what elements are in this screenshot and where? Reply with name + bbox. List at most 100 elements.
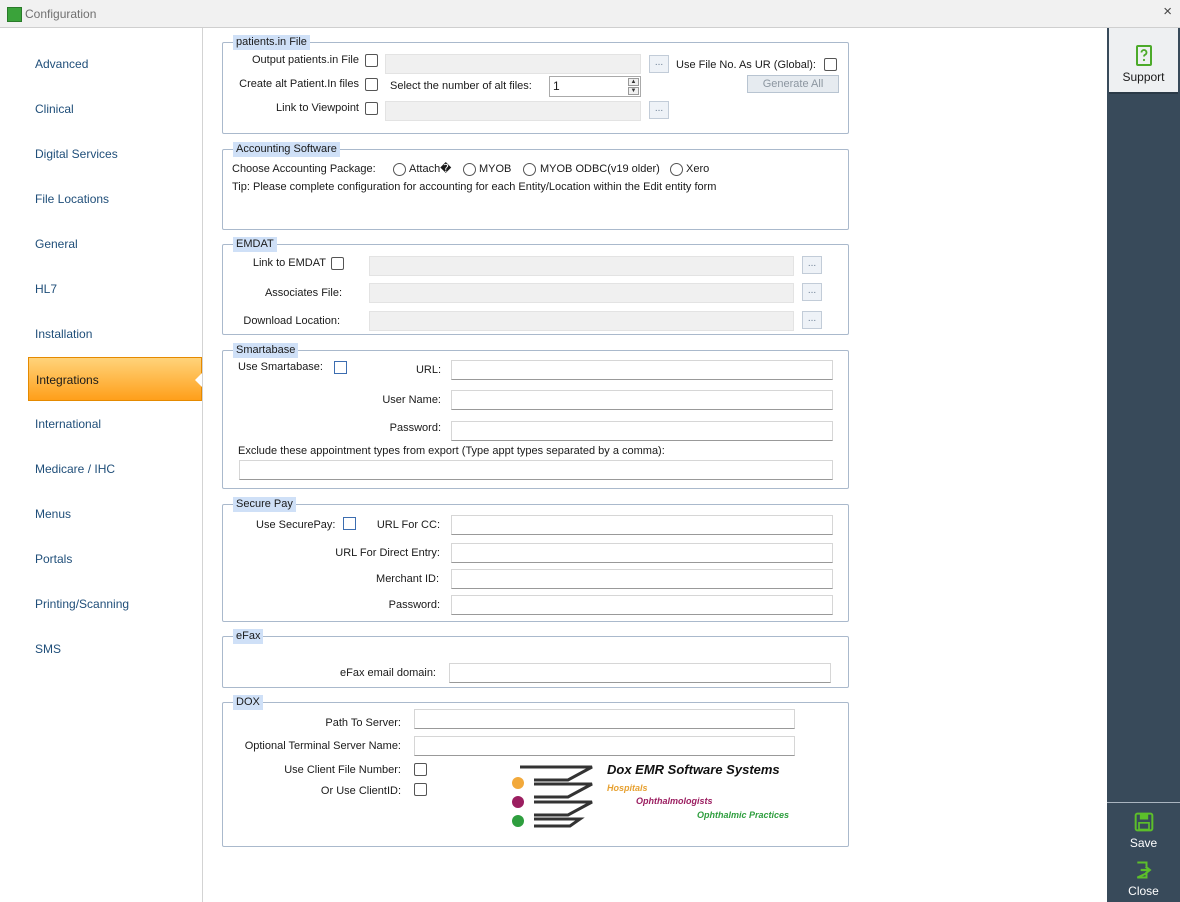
emdat-link-path[interactable] <box>369 256 794 276</box>
use-smartabase-checkbox[interactable] <box>334 361 347 374</box>
securepay-password-label: Password: <box>388 599 440 611</box>
sidebar-item-medicare-ihc[interactable]: Medicare / IHC <box>28 447 202 491</box>
xero-radio[interactable] <box>670 163 683 176</box>
associates-file-browse-button[interactable]: ... <box>802 283 822 301</box>
use-file-no-label: Use File No. As UR (Global): <box>676 59 816 71</box>
sidebar-item-international[interactable]: International <box>28 402 202 446</box>
smartabase-user-label: User Name: <box>382 394 441 406</box>
title-bar: Configuration × <box>0 0 1180 28</box>
patients-in-legend: patients.in File <box>233 35 310 50</box>
alt-files-down-icon[interactable]: ▼ <box>628 87 639 95</box>
close-button[interactable]: Close <box>1109 856 1178 902</box>
close-window-icon[interactable]: × <box>1163 4 1172 20</box>
sidebar-item-advanced[interactable]: Advanced <box>28 42 202 86</box>
sidebar-item-sms[interactable]: SMS <box>28 627 202 671</box>
dox-logo: Dox EMR Software Systems Hospitals Ophth… <box>510 762 796 830</box>
terminal-server-input[interactable] <box>414 736 795 756</box>
terminal-server-label: Optional Terminal Server Name: <box>244 740 401 752</box>
myob-odbc-label: MYOB ODBC(v19 older) <box>540 163 660 175</box>
emdat-link-browse-button[interactable]: ... <box>802 256 822 274</box>
logo-line-ophthalmologists: Ophthalmologists <box>636 796 713 806</box>
url-direct-label: URL For Direct Entry: <box>335 547 440 559</box>
generate-all-button[interactable]: Generate All <box>747 75 839 93</box>
securepay-legend: Secure Pay <box>233 497 296 512</box>
exit-door-icon <box>1136 861 1152 879</box>
sidebar-item-portals[interactable]: Portals <box>28 537 202 581</box>
help-book-icon <box>1135 45 1152 66</box>
smartabase-password-label: Password: <box>389 422 441 434</box>
support-button[interactable]: Support <box>1109 28 1178 94</box>
save-button[interactable]: Save <box>1109 808 1178 854</box>
app-icon <box>7 7 22 22</box>
url-direct-input[interactable] <box>451 543 833 563</box>
client-id-checkbox[interactable] <box>414 783 427 796</box>
output-patients-path[interactable] <box>385 54 641 74</box>
logo-company: Dox EMR Software Systems <box>607 762 780 777</box>
alt-files-stepper[interactable]: 1 ▲ ▼ <box>549 76 641 97</box>
output-patients-checkbox[interactable] <box>365 54 378 67</box>
link-emdat-label: Link to EMDAT <box>252 257 326 269</box>
sidebar-item-general[interactable]: General <box>28 222 202 266</box>
action-bar: Support Save Close <box>1107 28 1180 902</box>
client-id-label: Or Use ClientID: <box>320 785 401 797</box>
save-disk-icon <box>1134 812 1153 832</box>
path-to-server-label: Path To Server: <box>325 717 401 729</box>
logo-line-practices: Ophthalmic Practices <box>697 810 790 820</box>
sidebar-item-installation[interactable]: Installation <box>28 312 202 356</box>
securepay-password-input[interactable] <box>451 595 833 615</box>
sidebar-item-menus[interactable]: Menus <box>28 492 202 536</box>
efax-domain-input[interactable] <box>449 663 831 683</box>
choose-accounting-label: Choose Accounting Package: <box>232 163 376 175</box>
sidebar-item-clinical[interactable]: Clinical <box>28 87 202 131</box>
smartabase-url-input[interactable] <box>451 360 833 380</box>
close-label: Close <box>1128 884 1159 898</box>
sidebar-item-printing-scanning[interactable]: Printing/Scanning <box>28 582 202 626</box>
action-bar-divider <box>1107 802 1180 803</box>
associates-file-label: Associates File: <box>264 287 342 299</box>
alt-files-value: 1 <box>553 79 560 93</box>
sidebar-item-integrations[interactable]: Integrations <box>28 357 202 401</box>
download-location-path[interactable] <box>369 311 794 331</box>
myob-radio[interactable] <box>463 163 476 176</box>
support-label: Support <box>1122 70 1165 84</box>
use-smartabase-label: Use Smartabase: <box>238 361 323 373</box>
link-viewpoint-checkbox[interactable] <box>365 102 378 115</box>
download-location-label: Download Location: <box>243 315 340 327</box>
myob-label: MYOB <box>479 163 512 175</box>
sidebar-item-digital-services[interactable]: Digital Services <box>28 132 202 176</box>
viewpoint-path[interactable] <box>385 101 641 121</box>
path-to-server-input[interactable] <box>414 709 795 729</box>
myob-odbc-radio[interactable] <box>523 163 536 176</box>
create-alt-label: Create alt Patient.In files <box>239 78 359 90</box>
output-patients-browse-button[interactable]: ... <box>649 55 669 73</box>
smartabase-password-input[interactable] <box>451 421 833 441</box>
create-alt-checkbox[interactable] <box>365 78 378 91</box>
alt-files-up-icon[interactable]: ▲ <box>628 78 639 86</box>
accounting-tip: Tip: Please complete configuration for a… <box>232 181 717 193</box>
link-emdat-checkbox[interactable] <box>331 257 344 270</box>
efax-domain-label: eFax email domain: <box>340 667 436 679</box>
select-alt-label: Select the number of alt files: <box>390 80 532 92</box>
exclude-appt-label: Exclude these appointment types from exp… <box>238 445 665 457</box>
sidebar-item-file-locations[interactable]: File Locations <box>28 177 202 221</box>
exclude-appt-input[interactable] <box>239 460 833 480</box>
associates-file-path[interactable] <box>369 283 794 303</box>
viewpoint-browse-button[interactable]: ... <box>649 101 669 119</box>
accounting-legend: Accounting Software <box>233 142 340 157</box>
url-cc-label: URL For CC: <box>376 519 440 531</box>
smartabase-url-label: URL: <box>415 364 441 376</box>
logo-line-hospitals: Hospitals <box>607 783 648 793</box>
url-cc-input[interactable] <box>451 515 833 535</box>
sidebar-item-hl7[interactable]: HL7 <box>28 267 202 311</box>
client-file-number-label: Use Client File Number: <box>284 764 401 776</box>
client-file-number-checkbox[interactable] <box>414 763 427 776</box>
smartabase-legend: Smartabase <box>233 343 299 358</box>
sidebar: Advanced Clinical Digital Services File … <box>0 28 203 902</box>
download-location-browse-button[interactable]: ... <box>802 311 822 329</box>
use-file-no-checkbox[interactable] <box>824 58 837 71</box>
attach-radio[interactable] <box>393 163 406 176</box>
smartabase-user-input[interactable] <box>451 390 833 410</box>
window-title: Configuration <box>25 7 97 21</box>
merchant-id-input[interactable] <box>451 569 833 589</box>
xero-label: Xero <box>686 163 710 175</box>
